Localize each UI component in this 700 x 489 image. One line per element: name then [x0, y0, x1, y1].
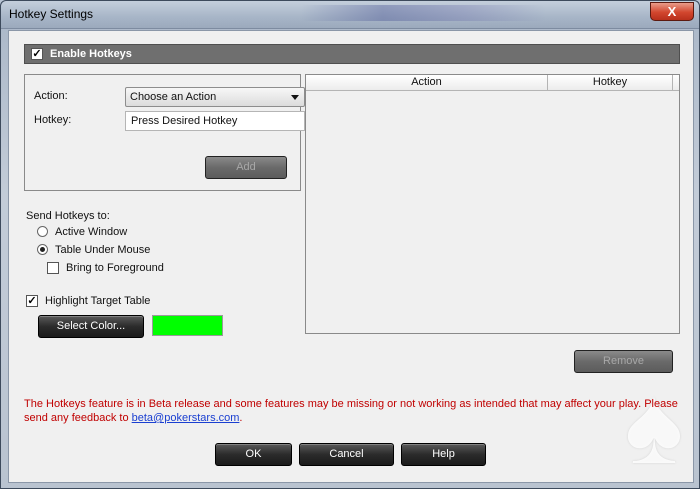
- pokerstars-spade-logo: ♠: [624, 364, 684, 487]
- action-dropdown-value: Choose an Action: [130, 91, 217, 103]
- checkmark-icon: ✓: [32, 48, 42, 60]
- bring-to-foreground-checkbox[interactable]: [47, 262, 59, 274]
- hotkey-entry-group: Action: Choose an Action Hotkey: Press D…: [24, 74, 305, 191]
- radio-table-under-mouse[interactable]: [37, 244, 48, 255]
- select-color-button[interactable]: Select Color...: [38, 315, 144, 338]
- send-hotkeys-heading: Send Hotkeys to:: [26, 210, 110, 222]
- action-dropdown[interactable]: Choose an Action: [125, 87, 305, 107]
- radio-active-window-label: Active Window: [55, 226, 128, 238]
- hotkey-input[interactable]: Press Desired Hotkey: [125, 111, 305, 131]
- window-title: Hotkey Settings: [9, 7, 94, 21]
- cancel-button[interactable]: Cancel: [299, 443, 394, 466]
- dialog-client-area: ✓ Enable Hotkeys Action: Choose an Actio…: [8, 30, 694, 483]
- title-bar[interactable]: Hotkey Settings X: [1, 1, 699, 29]
- highlight-color-swatch: [152, 315, 223, 336]
- title-bar-background-glow: [301, 5, 546, 21]
- beta-notice-suffix: .: [239, 412, 243, 424]
- chevron-down-icon: [291, 95, 299, 100]
- beta-notice-text: The Hotkeys feature is in Beta release a…: [24, 398, 678, 424]
- hotkey-input-value: Press Desired Hotkey: [131, 115, 238, 127]
- action-label: Action:: [34, 90, 68, 102]
- ok-button[interactable]: OK: [215, 443, 292, 466]
- hotkey-label: Hotkey:: [34, 114, 72, 126]
- radio-active-window[interactable]: [37, 226, 48, 237]
- hotkey-list[interactable]: Action Hotkey: [305, 74, 680, 334]
- column-header-action[interactable]: Action: [306, 75, 548, 91]
- hotkey-settings-window: Hotkey Settings X ✓ Enable Hotkeys Actio…: [0, 0, 700, 489]
- feedback-email-link[interactable]: beta@pokerstars.com: [132, 412, 240, 424]
- checkmark-icon: ✓: [27, 295, 37, 307]
- hotkey-list-header: Action Hotkey: [306, 75, 679, 91]
- highlight-target-label: Highlight Target Table: [45, 295, 151, 307]
- close-button[interactable]: X: [650, 2, 694, 21]
- help-button[interactable]: Help: [401, 443, 486, 466]
- highlight-target-checkbox[interactable]: ✓: [26, 295, 38, 307]
- add-button[interactable]: Add: [205, 156, 287, 179]
- enable-hotkeys-label: Enable Hotkeys: [50, 48, 132, 60]
- enable-hotkeys-checkbox[interactable]: ✓: [31, 48, 43, 60]
- beta-notice: The Hotkeys feature is in Beta release a…: [24, 397, 684, 425]
- column-header-hotkey[interactable]: Hotkey: [548, 75, 673, 91]
- enable-hotkeys-bar: ✓ Enable Hotkeys: [24, 44, 680, 64]
- radio-table-under-mouse-label: Table Under Mouse: [55, 244, 151, 256]
- bring-to-foreground-label: Bring to Foreground: [66, 262, 164, 274]
